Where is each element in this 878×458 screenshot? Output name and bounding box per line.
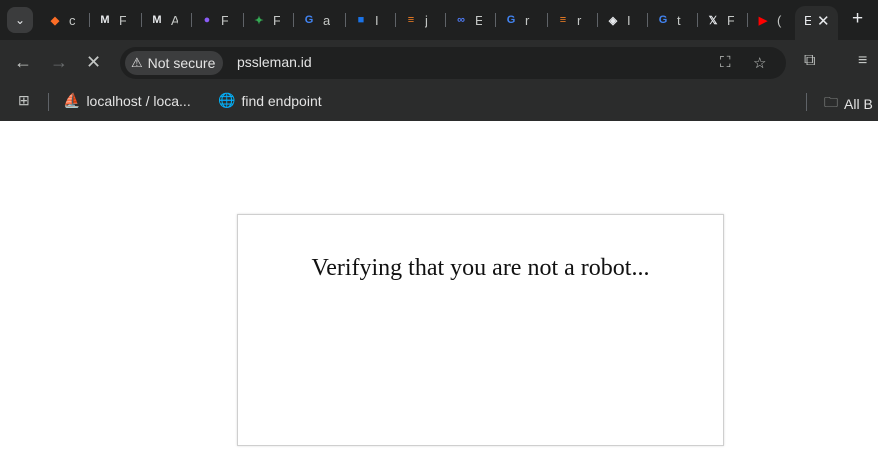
- google-icon: G: [658, 14, 668, 26]
- toolbar: ← → ✕ ⚠ Not secure pssleman.id ⛶ ☆ ⧉ ≡: [0, 40, 878, 86]
- google-icon: G: [304, 14, 314, 26]
- translate-icon[interactable]: ⛶: [720, 54, 731, 71]
- firefox-icon: ●: [203, 14, 211, 26]
- tab-label: I: [627, 12, 631, 28]
- security-label: Not secure: [147, 55, 216, 71]
- tab-separator: [293, 13, 294, 27]
- browser-tab[interactable]: ◆ c: [47, 8, 76, 32]
- m-logo-icon: M: [100, 14, 110, 26]
- tab-label: t: [677, 12, 681, 28]
- bookmark-item[interactable]: ⛵ localhost / loca...: [63, 92, 191, 109]
- verification-message: Verifying that you are not a robot...: [311, 255, 650, 281]
- tab-separator: [395, 13, 396, 27]
- phpmyadmin-icon: ⛵: [63, 92, 81, 108]
- tab-label: E: [475, 12, 482, 28]
- browser-tab[interactable]: 𝕏F: [705, 8, 734, 32]
- tab-separator: [597, 13, 598, 27]
- browser-tab[interactable]: ✦ F: [251, 8, 280, 32]
- close-icon[interactable]: ✕: [817, 12, 830, 30]
- all-bookmarks-label: All B: [844, 96, 873, 112]
- url-text[interactable]: pssleman.id: [237, 54, 312, 70]
- tab-separator: [647, 13, 648, 27]
- tab-label: A: [171, 12, 178, 28]
- back-button[interactable]: ←: [14, 52, 32, 73]
- x-logo-icon: 𝕏: [708, 14, 718, 27]
- layers-icon: ◈: [608, 14, 618, 27]
- tab-separator: [141, 13, 142, 27]
- browser-tab[interactable]: ▶(: [755, 8, 784, 32]
- tab-label: F: [727, 12, 734, 28]
- browser-tab[interactable]: Ga: [301, 8, 330, 32]
- tab-label: j: [425, 12, 428, 28]
- browser-tab[interactable]: MF: [97, 8, 126, 32]
- folder-icon: 🗀: [824, 94, 838, 110]
- tab-separator: [89, 13, 90, 27]
- stackoverflow-icon: ≡: [407, 14, 415, 26]
- tab-separator: [445, 13, 446, 27]
- tab-search-button[interactable]: ⌄: [7, 7, 33, 33]
- tab-separator: [495, 13, 496, 27]
- page-content: Verifying that you are not a robot...: [0, 121, 878, 458]
- tab-label: I: [375, 12, 379, 28]
- tab-label: F: [119, 12, 126, 28]
- bookmarks-bar: ⊞ ⛵ localhost / loca... 🌐 find endpoint …: [0, 86, 878, 121]
- browser-tab[interactable]: MA: [149, 8, 178, 32]
- tab-separator: [191, 13, 192, 27]
- address-bar[interactable]: ⚠ Not secure pssleman.id ⛶ ☆: [120, 47, 786, 79]
- browser-tab[interactable]: Gr: [503, 8, 532, 32]
- tab-label: F: [221, 12, 228, 28]
- browser-tab[interactable]: ● F: [199, 8, 228, 32]
- browser-tab[interactable]: ≡ j: [403, 8, 432, 32]
- tab-label: r: [577, 12, 582, 28]
- browser-tab[interactable]: Gt: [655, 8, 684, 32]
- m-logo-icon: M: [152, 14, 162, 26]
- active-tab-label: E: [804, 13, 811, 28]
- tab-separator: [243, 13, 244, 27]
- tab-separator: [747, 13, 748, 27]
- bookmark-star-icon[interactable]: ☆: [753, 54, 766, 72]
- globe-icon: 🌐: [218, 92, 236, 108]
- bookmark-label: localhost / loca...: [86, 92, 191, 109]
- tab-separator: [345, 13, 346, 27]
- bookmark-separator: [806, 93, 807, 111]
- browser-tab[interactable]: ∞ E: [453, 8, 482, 32]
- stackoverflow-icon: ≡: [559, 14, 567, 26]
- tab-label: (: [777, 12, 782, 28]
- meta-icon: ∞: [457, 14, 465, 26]
- youtube-icon: ▶: [758, 14, 768, 27]
- tab-label: c: [69, 12, 76, 28]
- warning-icon: ⚠: [131, 55, 143, 70]
- tab-label: F: [273, 12, 280, 28]
- forward-button[interactable]: →: [50, 52, 68, 73]
- tab-separator: [547, 13, 548, 27]
- google-icon: G: [506, 14, 516, 26]
- browser-tab[interactable]: ◈ I: [605, 8, 634, 32]
- tab-separator: [697, 13, 698, 27]
- security-chip[interactable]: ⚠ Not secure: [125, 51, 224, 75]
- extensions-icon[interactable]: ⧉: [804, 52, 815, 70]
- all-bookmarks-button[interactable]: 🗀 All B: [824, 92, 873, 116]
- new-tab-button[interactable]: +: [852, 8, 863, 30]
- green-leaf-icon: ✦: [254, 14, 264, 27]
- gitlab-icon: ◆: [50, 14, 60, 27]
- bookmark-label: find endpoint: [241, 92, 322, 109]
- tab-label: a: [323, 12, 330, 28]
- reading-list-icon[interactable]: ≡: [858, 52, 867, 70]
- bookmark-item[interactable]: 🌐 find endpoint: [218, 92, 322, 109]
- browser-tab[interactable]: ■ I: [353, 8, 382, 32]
- browser-tab[interactable]: ≡ r: [555, 8, 584, 32]
- tab-label: r: [525, 12, 530, 28]
- active-tab[interactable]: E ✕: [795, 6, 838, 40]
- chevron-down-icon: ⌄: [14, 13, 26, 27]
- blue-square-icon: ■: [357, 14, 365, 26]
- verification-box: Verifying that you are not a robot...: [237, 214, 724, 446]
- bookmark-separator: [48, 93, 49, 111]
- stop-button[interactable]: ✕: [86, 52, 101, 73]
- apps-grid-icon[interactable]: ⊞: [18, 92, 30, 109]
- tab-strip: ⌄ ◆ c M F M A ● F ✦ F Ga ■ I ≡ j ∞ E Gr ≡ r ◈ I Gt 𝕏 F ▶( E ✕ +: [0, 0, 878, 40]
